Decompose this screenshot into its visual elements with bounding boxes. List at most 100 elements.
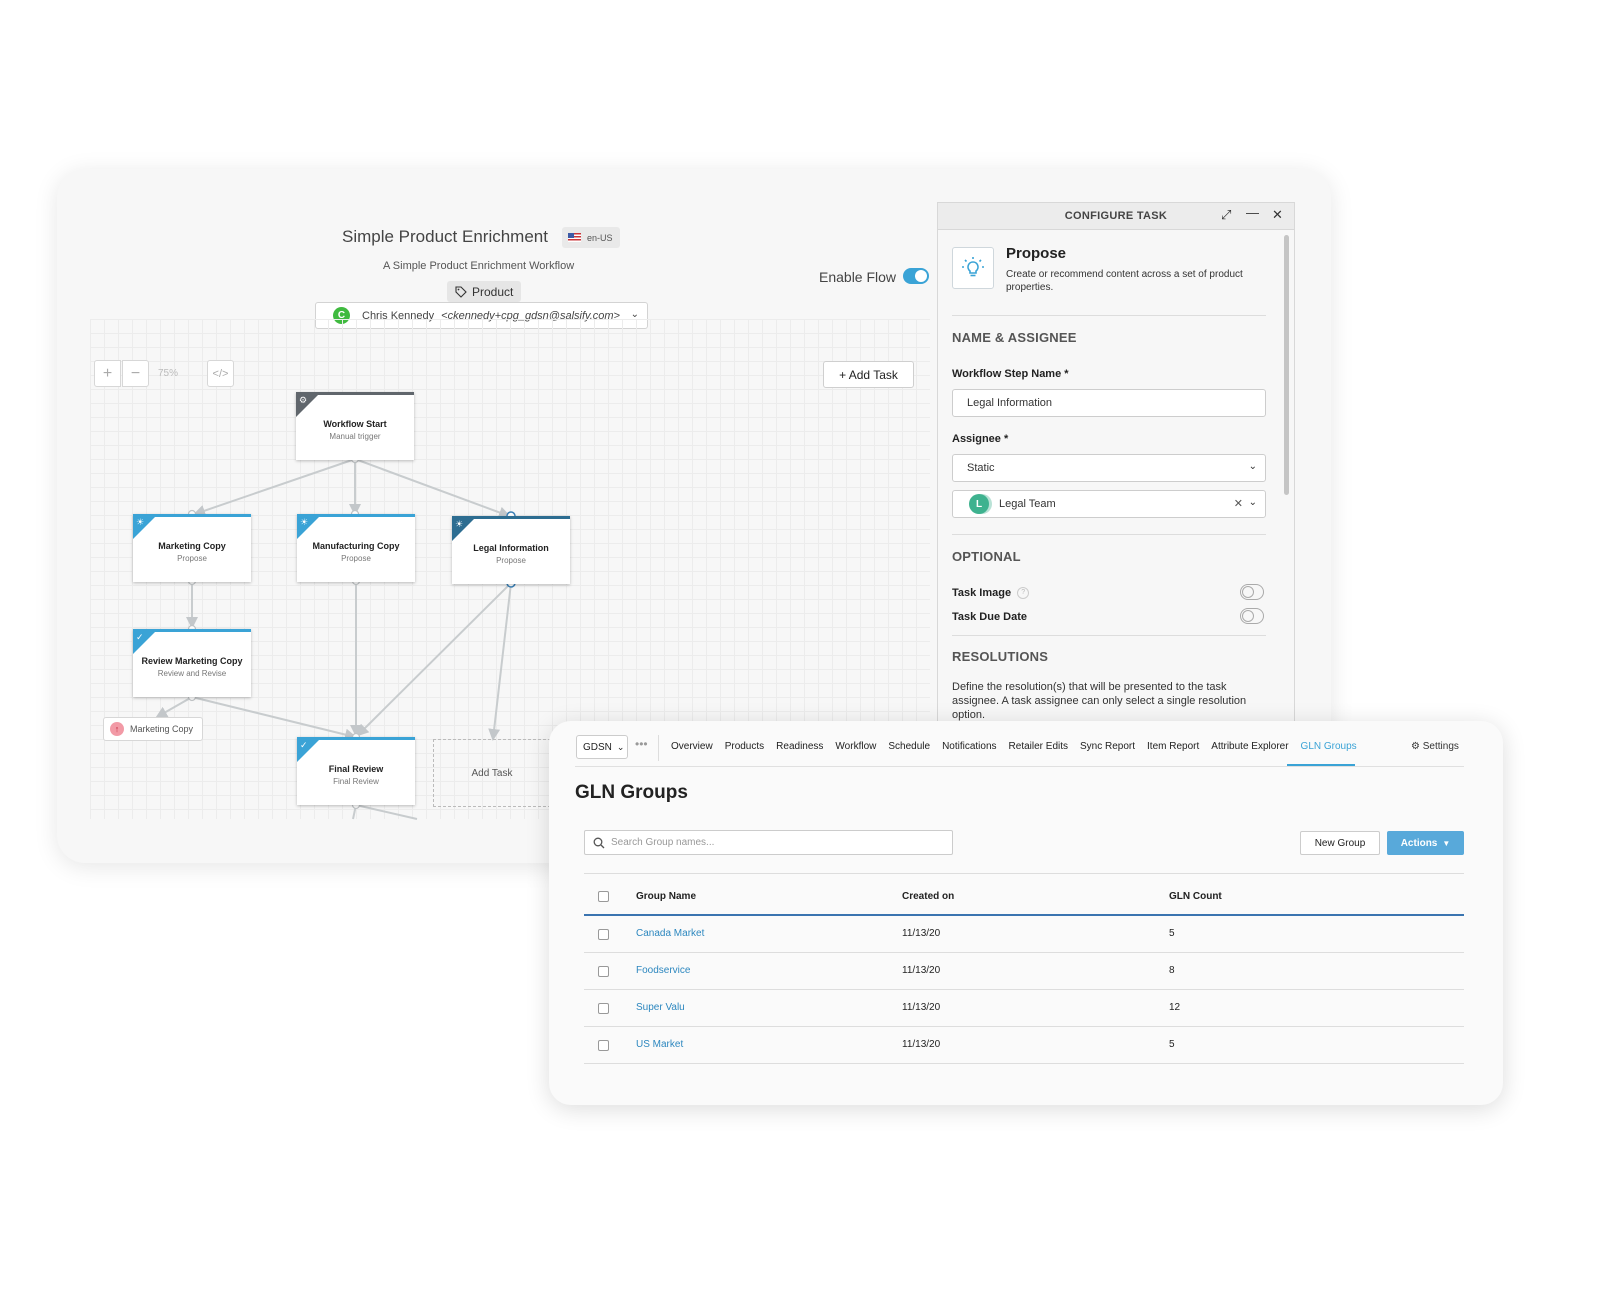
page-title: GLN Groups — [575, 782, 688, 803]
nav-tab-retailer-edits[interactable]: Retailer Edits — [1009, 741, 1068, 755]
created-on-cell: 11/13/20 — [902, 1002, 941, 1013]
workflow-step-name-input[interactable]: Legal Information — [952, 389, 1266, 417]
chevron-down-icon: ⌄ — [1248, 497, 1257, 508]
column-header-gln-count[interactable]: GLN Count — [1169, 891, 1222, 902]
row-checkbox[interactable] — [598, 929, 609, 940]
actions-button[interactable]: Actions ▼ — [1387, 831, 1464, 855]
nav-tab-sync-report[interactable]: Sync Report — [1080, 741, 1135, 755]
table-row[interactable]: Foodservice 11/13/20 8 — [584, 953, 1464, 990]
task-image-label: Task Image ? — [952, 587, 1030, 600]
gdsn-label: GDSN — [583, 741, 612, 753]
table-row[interactable]: Super Valu 11/13/20 12 — [584, 990, 1464, 1027]
group-name-link[interactable]: Super Valu — [636, 1002, 685, 1013]
group-name-link[interactable]: Foodservice — [636, 965, 690, 976]
node-title: Manufacturing Copy — [312, 541, 400, 551]
assignee-value: Legal Team — [999, 498, 1056, 510]
divider — [952, 315, 1266, 316]
task-due-date-label: Task Due Date — [952, 611, 1027, 623]
add-task-placeholder[interactable]: Add Task — [433, 739, 551, 807]
gln-nav: Overview Products Readiness Workflow Schedul… — [671, 741, 1357, 755]
assignee-type-value: Static — [967, 462, 995, 474]
gln-count-cell: 12 — [1169, 1002, 1181, 1013]
lightbulb-icon: ☀ — [455, 519, 464, 529]
settings-link[interactable]: ⚙ Settings — [1411, 741, 1459, 752]
node-workflow-start[interactable]: ⚙ Workflow Start Manual trigger — [296, 392, 414, 460]
assignee-avatar: L — [969, 494, 989, 514]
minimize-icon[interactable]: — — [1246, 205, 1259, 220]
node-subtitle: Propose — [496, 556, 526, 565]
clear-icon[interactable]: ✕ — [1234, 497, 1243, 510]
gln-count-cell: 8 — [1169, 965, 1175, 976]
lightbulb-icon: ☀ — [300, 517, 309, 527]
arrow-up-icon: ↑ — [110, 722, 124, 736]
nav-tab-overview[interactable]: Overview — [671, 741, 713, 755]
workflow-step-name-label: Workflow Step Name * — [952, 368, 1069, 380]
nav-tab-item-report[interactable]: Item Report — [1147, 741, 1199, 755]
expand-icon[interactable]: ⤢ — [1221, 207, 1231, 223]
settings-label: Settings — [1422, 741, 1459, 752]
gear-icon: ⚙ — [299, 395, 308, 405]
select-all-checkbox[interactable] — [598, 891, 609, 902]
caret-down-icon: ▼ — [1442, 838, 1451, 848]
search-icon — [593, 837, 605, 848]
nav-tab-readiness[interactable]: Readiness — [776, 741, 823, 755]
node-title: Final Review — [328, 764, 384, 774]
column-header-group-name[interactable]: Group Name — [636, 891, 696, 902]
zoom-in-button[interactable]: + — [94, 360, 121, 387]
zoom-level: 75% — [158, 368, 179, 379]
node-review-marketing-copy[interactable]: ✓ Review Marketing Copy Review and Revis… — [133, 629, 251, 697]
group-name-link[interactable]: US Market — [636, 1039, 683, 1050]
panel-title: CONFIGURE TASK — [1064, 210, 1168, 222]
table-row[interactable]: Canada Market 11/13/20 5 — [584, 916, 1464, 953]
revision-chip[interactable]: ↑ Marketing Copy — [103, 717, 203, 741]
nav-tab-gln-groups[interactable]: GLN Groups — [1301, 741, 1357, 755]
assignee-label: Assignee * — [952, 433, 1009, 445]
row-checkbox[interactable] — [598, 966, 609, 977]
group-name-link[interactable]: Canada Market — [636, 928, 704, 939]
node-subtitle: Manual trigger — [329, 432, 381, 441]
task-image-toggle[interactable] — [1240, 584, 1264, 600]
row-checkbox[interactable] — [598, 1003, 609, 1014]
lightbulb-icon: ☀ — [136, 517, 145, 527]
row-checkbox[interactable] — [598, 1040, 609, 1051]
nav-tab-schedule[interactable]: Schedule — [888, 741, 930, 755]
task-type-description: Create or recommend content across a set… — [1006, 269, 1243, 293]
task-due-date-toggle[interactable] — [1240, 608, 1264, 624]
resolutions-description: Define the resolution(s) that will be pr… — [952, 681, 1247, 721]
created-on-cell: 11/13/20 — [902, 928, 941, 939]
new-group-button[interactable]: New Group — [1300, 831, 1380, 855]
gdsn-selector[interactable]: GDSN ⌄ — [576, 735, 628, 759]
node-manufacturing-copy[interactable]: ☀ Manufacturing Copy Propose — [297, 514, 415, 582]
zoom-out-button[interactable]: − — [122, 360, 149, 387]
gear-icon: ⚙ — [1411, 741, 1420, 752]
node-subtitle: Final Review — [333, 777, 379, 786]
search-input[interactable]: Search Group names... — [584, 830, 953, 855]
assignee-type-select[interactable]: Static ⌄ — [952, 454, 1266, 482]
panel-scrollbar[interactable] — [1284, 235, 1289, 495]
add-task-button[interactable]: + Add Task — [823, 361, 914, 388]
close-icon[interactable]: ✕ — [1272, 207, 1283, 223]
more-icon[interactable]: ••• — [635, 737, 648, 751]
node-marketing-copy[interactable]: ☀ Marketing Copy Propose — [133, 514, 251, 582]
gln-count-cell: 5 — [1169, 928, 1175, 939]
divider — [952, 635, 1266, 636]
code-view-button[interactable]: </> — [207, 360, 234, 387]
chip-label: Marketing Copy — [130, 724, 194, 734]
nav-tab-workflow[interactable]: Workflow — [835, 741, 876, 755]
help-icon[interactable]: ? — [1017, 587, 1030, 600]
column-header-created-on[interactable]: Created on — [902, 891, 954, 902]
nav-tab-products[interactable]: Products — [725, 741, 764, 755]
divider — [952, 534, 1266, 535]
chevron-down-icon: ⌄ — [1248, 461, 1257, 472]
gln-groups-window: GDSN ⌄ ••• Overview Products Readiness Work… — [549, 721, 1503, 1105]
node-title: Review Marketing Copy — [141, 656, 243, 666]
nav-tab-notifications[interactable]: Notifications — [942, 741, 996, 755]
table-row[interactable]: US Market 11/13/20 5 — [584, 1027, 1464, 1064]
gln-count-cell: 5 — [1169, 1039, 1175, 1050]
assignee-select[interactable]: L Legal Team ✕ ⌄ — [952, 490, 1266, 518]
section-name-assignee: NAME & ASSIGNEE — [952, 330, 1077, 345]
nav-tab-attribute-explorer[interactable]: Attribute Explorer — [1211, 741, 1288, 755]
task-type-name: Propose — [1006, 245, 1067, 262]
node-legal-information[interactable]: ☀ Legal Information Propose — [452, 516, 570, 584]
node-final-review[interactable]: ✓ Final Review Final Review — [297, 737, 415, 805]
